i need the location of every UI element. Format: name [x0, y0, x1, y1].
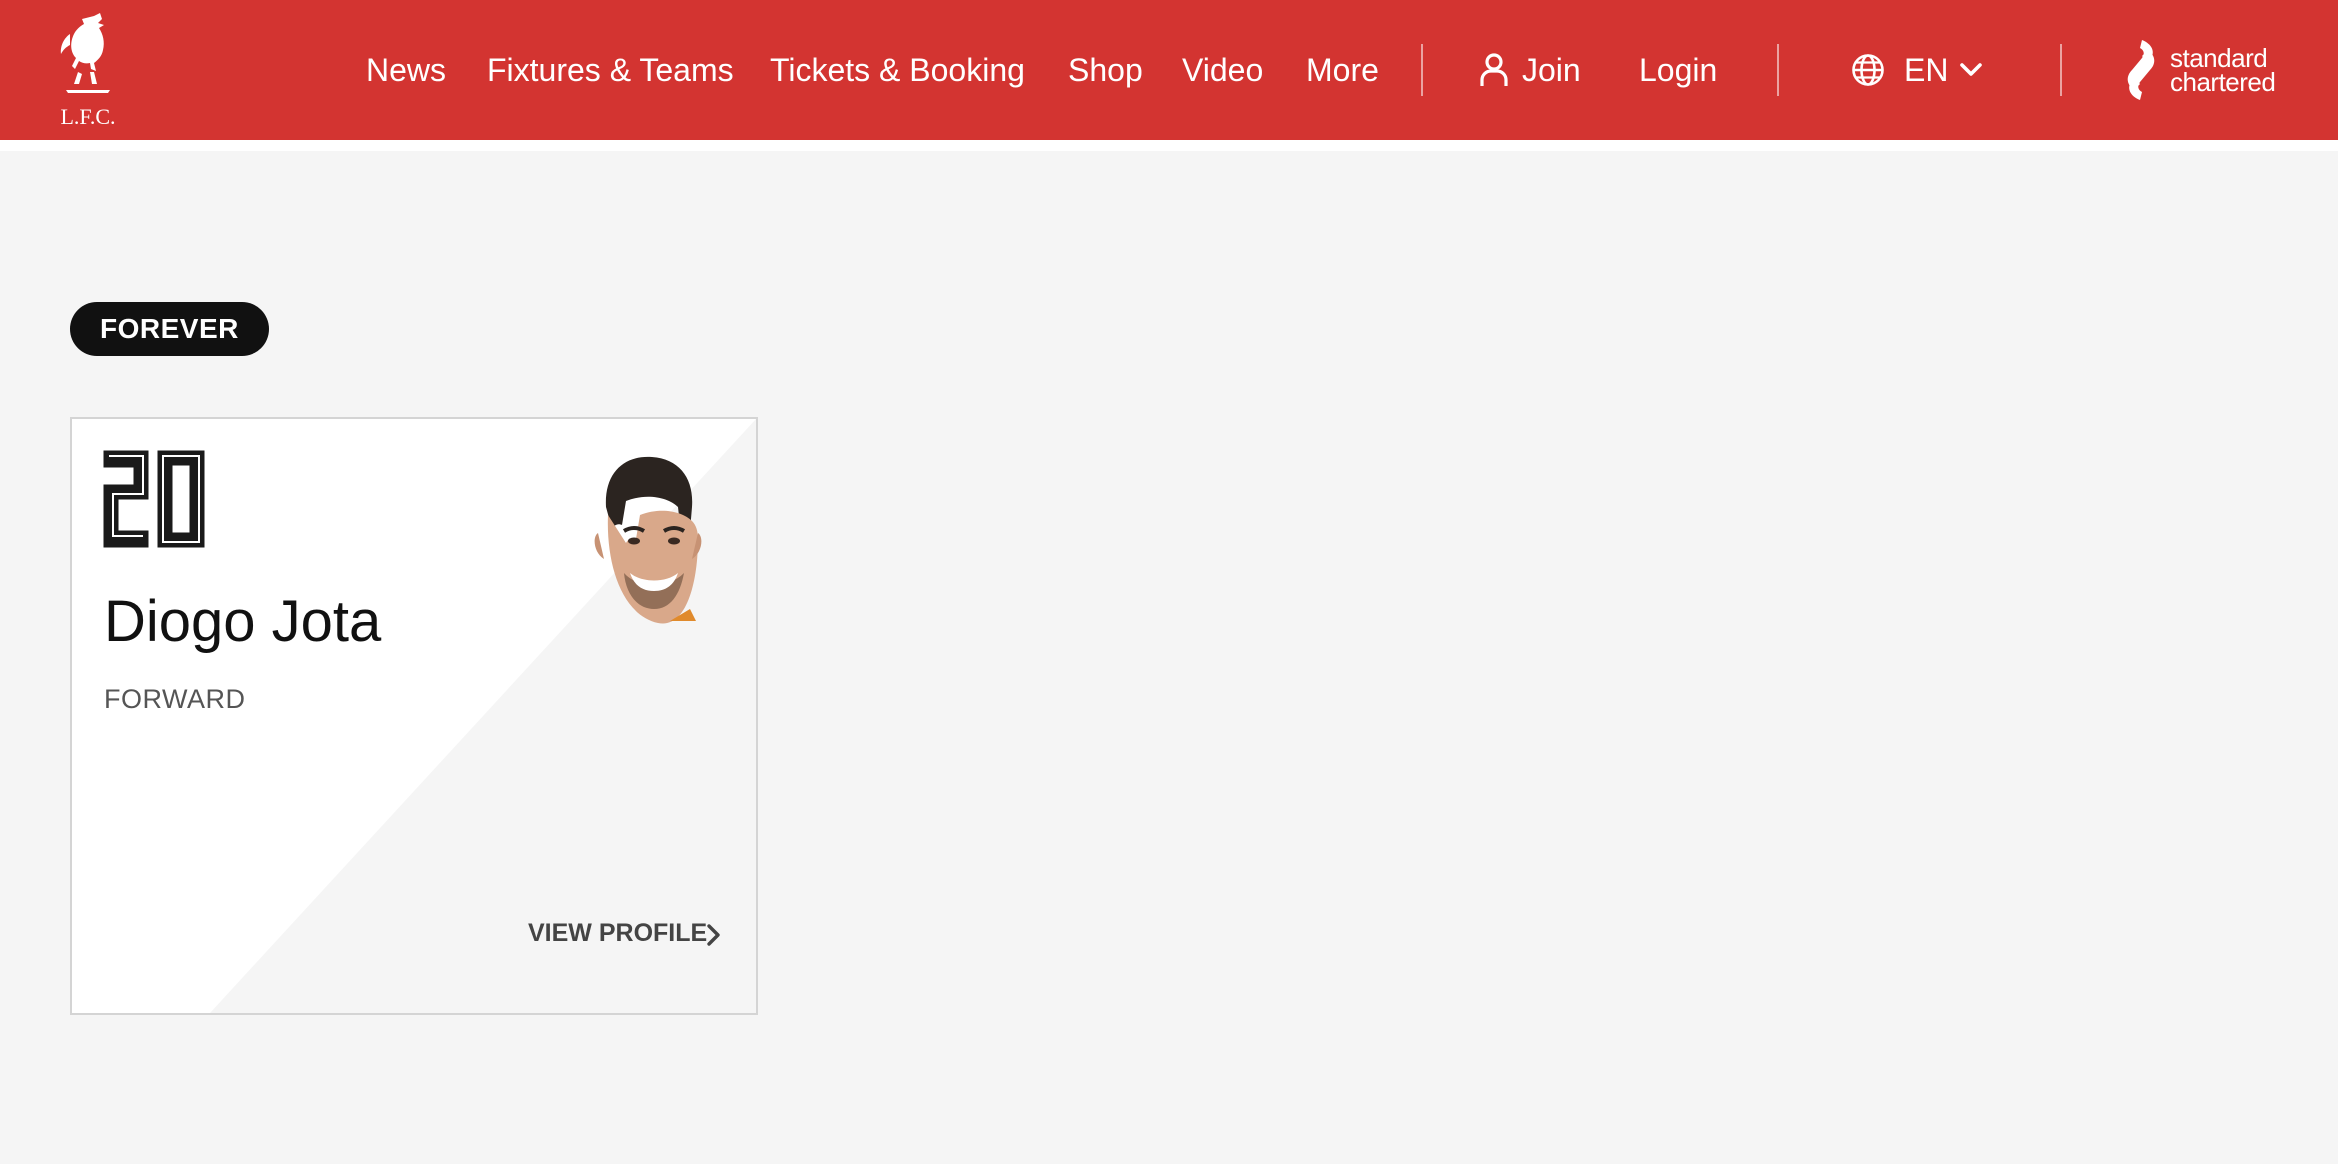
- player-card[interactable]: 20 Diogo Jota FORWARD VIEW PROFILE: [70, 417, 758, 1015]
- user-icon[interactable]: [1478, 53, 1510, 87]
- header-underline: [0, 140, 2338, 151]
- site-header: L.F.C. News Fixtures & Teams Tickets & B…: [0, 0, 2338, 140]
- view-profile-link[interactable]: VIEW PROFILE: [528, 913, 707, 953]
- nav-fixtures-teams[interactable]: Fixtures & Teams: [487, 46, 734, 94]
- login-link[interactable]: Login: [1639, 46, 1717, 94]
- globe-icon[interactable]: [1851, 53, 1885, 87]
- nav-shop[interactable]: Shop: [1068, 46, 1143, 94]
- nav-divider: [1777, 44, 1779, 96]
- main-nav: News Fixtures & Teams Tickets & Booking …: [0, 0, 2338, 140]
- sponsor-logo[interactable]: standard chartered: [2120, 38, 2300, 102]
- sponsor-line2: chartered: [2170, 67, 2276, 97]
- nav-divider: [2060, 44, 2062, 96]
- player-name[interactable]: Diogo Jota: [104, 587, 381, 657]
- player-position: FORWARD: [104, 684, 246, 714]
- language-selector[interactable]: EN: [1904, 46, 1948, 94]
- nav-tickets-booking[interactable]: Tickets & Booking: [770, 46, 1025, 94]
- player-portrait: [594, 456, 702, 624]
- nav-divider: [1421, 44, 1423, 96]
- nav-video[interactable]: Video: [1182, 46, 1263, 94]
- nav-news[interactable]: News: [366, 46, 446, 94]
- section-badge: FOREVER: [70, 302, 269, 356]
- standard-chartered-logo-icon: [2127, 40, 2155, 100]
- chevron-right-icon[interactable]: [706, 923, 722, 947]
- chevron-down-icon[interactable]: [1958, 59, 1984, 81]
- nav-more[interactable]: More: [1306, 46, 1379, 94]
- join-link[interactable]: Join: [1522, 46, 1581, 94]
- sponsor-text: standard chartered: [2170, 45, 2276, 97]
- shirt-number: 20: [103, 450, 205, 548]
